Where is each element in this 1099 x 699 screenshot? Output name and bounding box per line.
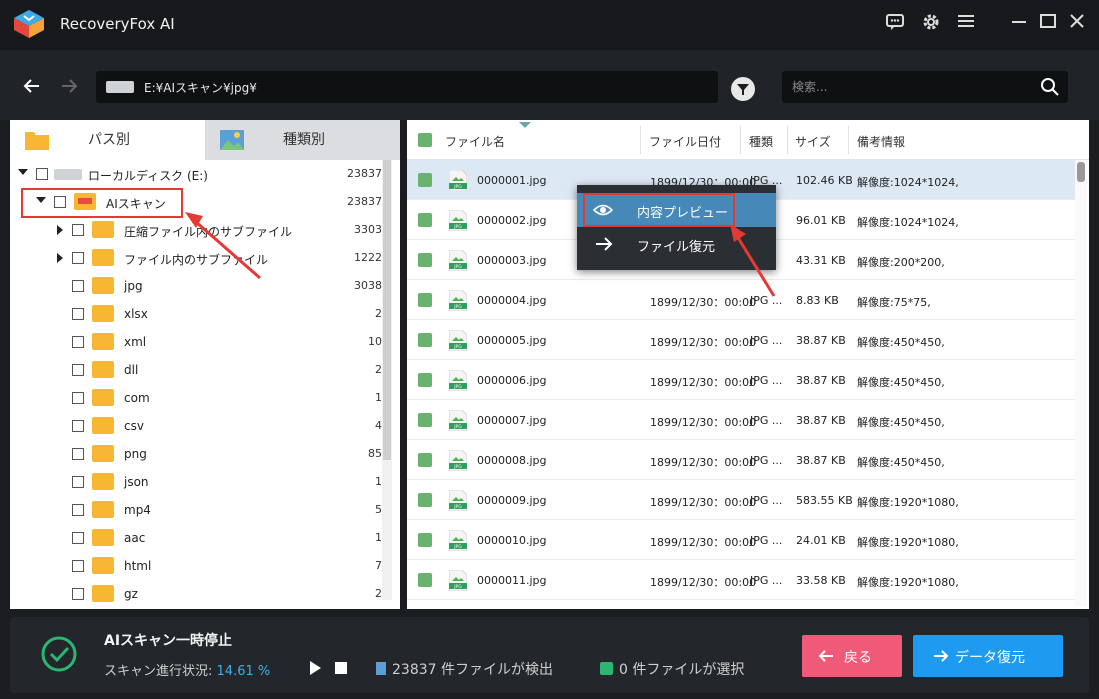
annotation-arrows bbox=[185, 212, 776, 297]
found-count-suffix: 件ファイルが検出 bbox=[441, 662, 553, 678]
found-count: 23837 件ファイルが検出 bbox=[376, 659, 553, 679]
selected-count-suffix: 件ファイルが選択 bbox=[632, 662, 745, 678]
back-button-label: 戻る bbox=[844, 650, 872, 666]
arrow-left-icon bbox=[818, 650, 833, 662]
checkbox-checked-icon bbox=[600, 662, 613, 675]
check-circle-icon bbox=[41, 636, 77, 672]
arrow-right-icon bbox=[934, 650, 949, 662]
found-count-value: 23837 bbox=[392, 662, 437, 678]
selected-count: 0 件ファイルが選択 bbox=[600, 659, 744, 679]
selected-count-value: 0 bbox=[619, 662, 628, 678]
scan-status-title: AIスキャン一時停止 bbox=[104, 633, 233, 649]
status-footer: AIスキャン一時停止 スキャン進行状況: 14.61 % 23837 件ファイル… bbox=[10, 617, 1089, 693]
scan-progress-value: 14.61 % bbox=[216, 664, 271, 679]
recover-button[interactable]: データ復元 bbox=[913, 635, 1063, 677]
play-icon[interactable] bbox=[310, 661, 321, 675]
back-button[interactable]: 戻る bbox=[802, 635, 902, 677]
stop-icon[interactable] bbox=[335, 662, 347, 674]
scan-progress: スキャン進行状況: 14.61 % bbox=[104, 660, 270, 679]
recover-button-label: データ復元 bbox=[955, 650, 1025, 666]
document-icon bbox=[376, 662, 386, 675]
scan-progress-label: スキャン進行状況: bbox=[104, 664, 213, 679]
